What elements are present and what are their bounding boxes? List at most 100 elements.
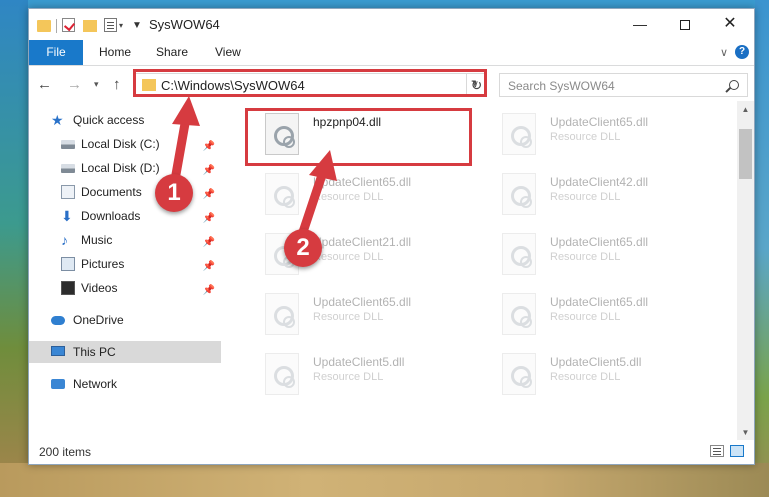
file-type: Resource DLL <box>550 371 621 383</box>
desktop-background-right <box>755 0 769 497</box>
sidebar-item-local-disk-d[interactable]: Local Disk (D:) 📌 <box>29 157 221 179</box>
file-item[interactable]: UpdateClient65.dll Resource DLL <box>484 287 714 341</box>
drive-icon <box>61 164 75 173</box>
file-highlight <box>245 108 472 166</box>
file-name: UpdateClient65.dll <box>550 235 649 249</box>
file-item[interactable]: UpdateClient5.dll Resource DLL <box>247 347 477 401</box>
tab-home[interactable]: Home <box>85 40 145 65</box>
file-name: UpdateClient65.dll <box>550 115 649 129</box>
file-item[interactable]: UpdateClient65.dll Resource DLL <box>484 227 714 281</box>
documents-icon <box>61 185 75 199</box>
file-name: UpdateClient65.dll <box>313 175 412 189</box>
desktop-background-left <box>0 0 28 497</box>
file-name: UpdateClient5.dll <box>550 355 642 369</box>
search-input[interactable]: Search SysWOW64 <box>499 73 748 97</box>
sidebar-item-label: Documents <box>81 185 142 199</box>
sidebar-item-videos[interactable]: Videos 📌 <box>29 277 221 299</box>
file-type: Resource DLL <box>550 311 621 323</box>
sidebar-item-onedrive[interactable]: OneDrive <box>29 309 221 331</box>
sidebar-item-downloads[interactable]: ⬇ Downloads 📌 <box>29 205 221 227</box>
new-folder-icon[interactable] <box>83 20 97 32</box>
properties-icon[interactable] <box>104 18 117 32</box>
search-icon <box>729 80 739 90</box>
file-name: UpdateClient65.dll <box>550 295 649 309</box>
sidebar-item-this-pc[interactable]: This PC <box>29 341 221 363</box>
help-icon[interactable]: ? <box>735 45 749 59</box>
pin-icon[interactable]: 📌 <box>203 136 215 158</box>
title-bar: ▾ ▼ SysWOW64 — ✕ <box>29 9 754 40</box>
maximize-button[interactable] <box>663 9 707 39</box>
dll-file-icon <box>265 173 299 215</box>
dll-file-icon <box>265 293 299 335</box>
tab-file[interactable]: File <box>29 40 83 65</box>
sidebar-item-label: Local Disk (D:) <box>81 161 160 175</box>
forward-button[interactable]: → <box>67 76 82 93</box>
file-type: Resource DLL <box>550 191 621 203</box>
sidebar-item-network[interactable]: Network <box>29 373 221 395</box>
videos-icon <box>61 281 75 295</box>
file-item[interactable]: UpdateClient42.dll Resource DLL <box>484 167 714 221</box>
pin-icon[interactable]: 📌 <box>203 208 215 230</box>
item-count: 200 items <box>39 445 92 459</box>
cloud-icon <box>51 316 65 325</box>
folder-icon <box>37 20 51 32</box>
close-button[interactable]: ✕ <box>708 9 752 39</box>
address-bar-highlight <box>133 69 487 97</box>
scroll-up-icon[interactable]: ▲ <box>737 101 754 118</box>
file-item[interactable]: UpdateClient65.dll Resource DLL <box>247 167 477 221</box>
properties-check-icon[interactable] <box>62 18 75 32</box>
recent-locations-button[interactable]: ▾ <box>94 79 99 90</box>
sidebar-item-label: This PC <box>73 345 116 359</box>
tab-view[interactable]: View <box>201 40 255 65</box>
desktop-background-bottom <box>0 463 769 497</box>
dll-file-icon <box>502 353 536 395</box>
chevron-down-icon[interactable]: ▾ <box>119 21 123 37</box>
pin-icon[interactable]: 📌 <box>203 160 215 182</box>
large-icons-view-icon[interactable] <box>730 445 744 457</box>
pin-icon[interactable]: 📌 <box>203 232 215 254</box>
pin-icon[interactable]: 📌 <box>203 280 215 302</box>
tab-share[interactable]: Share <box>142 40 202 65</box>
download-icon: ⬇ <box>61 208 73 224</box>
file-type: Resource DLL <box>313 371 384 383</box>
drive-icon <box>61 140 75 149</box>
back-button[interactable]: ← <box>37 76 52 93</box>
up-button[interactable]: ↑ <box>113 76 121 93</box>
file-name: UpdateClient5.dll <box>313 355 405 369</box>
expand-ribbon-icon[interactable]: ∨ <box>720 46 728 59</box>
scroll-down-icon[interactable]: ▼ <box>737 424 754 441</box>
sidebar-item-local-disk-c[interactable]: Local Disk (C:) 📌 <box>29 133 221 155</box>
pin-icon[interactable]: 📌 <box>203 184 215 206</box>
sidebar-item-music[interactable]: ♪ Music 📌 <box>29 229 221 251</box>
file-item[interactable]: UpdateClient21.dll Resource DLL <box>247 227 477 281</box>
sidebar-item-label: Pictures <box>81 257 125 271</box>
dll-file-icon <box>502 233 536 275</box>
star-icon: ★ <box>51 112 64 128</box>
step-2-badge: 2 <box>284 229 322 267</box>
maximize-icon <box>680 20 690 31</box>
scrollbar-thumb[interactable] <box>739 129 752 179</box>
customize-toolbar-icon[interactable]: ▼ <box>132 20 142 36</box>
details-view-icon[interactable] <box>710 445 724 457</box>
file-item[interactable]: UpdateClient5.dll Resource DLL <box>484 347 714 401</box>
pictures-icon <box>61 257 75 271</box>
sidebar-item-quick-access[interactable]: ★ Quick access <box>29 109 221 131</box>
pin-icon[interactable]: 📌 <box>203 256 215 278</box>
file-type: Resource DLL <box>313 251 384 263</box>
file-name: UpdateClient65.dll <box>313 295 412 309</box>
file-item[interactable]: UpdateClient65.dll Resource DLL <box>247 287 477 341</box>
computer-icon <box>51 346 65 356</box>
vertical-scrollbar[interactable]: ▲ ▼ <box>737 101 754 441</box>
file-type: Resource DLL <box>313 191 384 203</box>
search-placeholder: Search SysWOW64 <box>508 79 615 93</box>
file-name: UpdateClient21.dll <box>313 235 412 249</box>
file-type: Resource DLL <box>550 131 621 143</box>
file-type: Resource DLL <box>313 311 384 323</box>
sidebar-item-label: OneDrive <box>73 313 124 327</box>
minimize-button[interactable]: — <box>618 9 662 39</box>
sidebar-item-pictures[interactable]: Pictures 📌 <box>29 253 221 275</box>
file-item[interactable]: UpdateClient65.dll Resource DLL <box>484 107 714 161</box>
file-type: Resource DLL <box>550 251 621 263</box>
sidebar-item-label: Music <box>81 233 113 247</box>
sidebar-item-label: Local Disk (C:) <box>81 137 160 151</box>
